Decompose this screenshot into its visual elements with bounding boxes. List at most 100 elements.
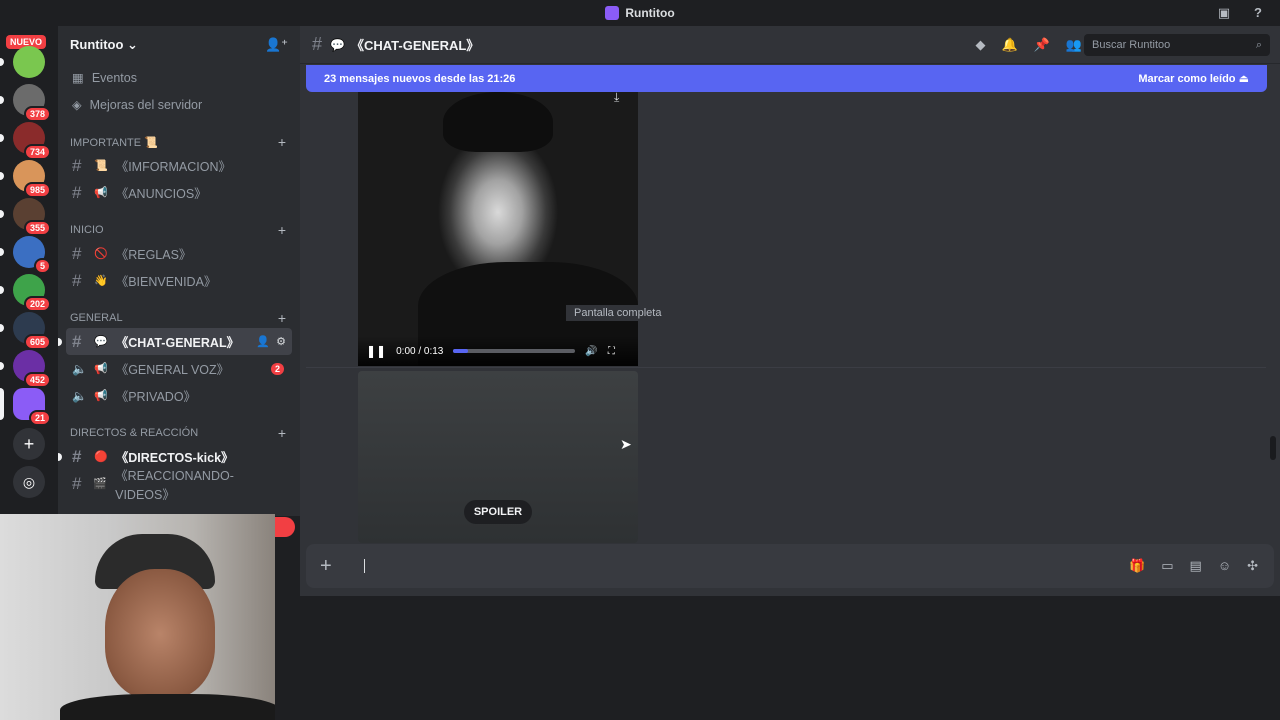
channel-item[interactable]: 🔈 📢 《PRIVADO》 bbox=[66, 382, 292, 409]
mark-read-icon: ⏏ bbox=[1238, 73, 1249, 85]
unread-dot bbox=[0, 248, 4, 256]
server-mention-badge: 985 bbox=[23, 182, 51, 198]
apps-icon[interactable]: ✣ bbox=[1247, 558, 1258, 574]
sidebar-link-events[interactable]: ▦ Eventos bbox=[58, 64, 300, 91]
unread-dot bbox=[0, 172, 4, 180]
channel-label: 《REACCIONANDO-VIDEOS》 bbox=[115, 468, 234, 502]
webcam-face bbox=[105, 569, 215, 699]
voice-user-count: 2 bbox=[270, 362, 284, 375]
hash-icon: # bbox=[312, 34, 323, 54]
channel-label: 《DIRECTOS-kick》 bbox=[115, 451, 234, 465]
server-icon[interactable]: 452 bbox=[13, 350, 51, 388]
channel-category[interactable]: INICIO + bbox=[58, 220, 300, 240]
video-attachment[interactable]: ❚❚ 0:00 / 0:13 🔊 ⛶ bbox=[358, 92, 638, 366]
new-messages-bar[interactable]: 23 mensajes nuevos desde las 21:26 Marca… bbox=[306, 65, 1267, 92]
unread-pill bbox=[58, 337, 62, 346]
channel-label: 《PRIVADO》 bbox=[115, 390, 197, 404]
create-channel-icon[interactable]: + bbox=[278, 425, 286, 441]
channel-item[interactable]: # 💬 《CHAT-GENERAL》 👤 ⚙ bbox=[58, 328, 292, 355]
sticker-icon[interactable]: ▤ bbox=[1190, 558, 1202, 574]
unread-dot bbox=[0, 324, 4, 332]
create-channel-icon[interactable]: + bbox=[278, 310, 286, 326]
channel-emoji: 🔴 bbox=[94, 451, 108, 463]
server-mention-badge: 202 bbox=[23, 296, 51, 312]
server-icon[interactable]: 985 bbox=[13, 160, 51, 198]
spoiler-label: SPOILER bbox=[463, 500, 533, 524]
video-progress-bar[interactable] bbox=[453, 349, 576, 353]
category-label: DIRECTOS & REACCIÓN bbox=[70, 427, 199, 439]
channel-header: # 💬 《CHAT-GENERAL》 ◆ 🔔 📌 👥 Buscar Runtit… bbox=[300, 26, 1280, 64]
help-icon[interactable]: ? bbox=[1250, 5, 1266, 21]
category-label: INICIO bbox=[70, 224, 104, 236]
gear-icon[interactable]: ⚙ bbox=[276, 335, 286, 348]
invite-icon[interactable]: 👤 bbox=[256, 335, 270, 348]
gift-icon[interactable]: 🎁 bbox=[1129, 558, 1145, 574]
server-icon[interactable]: 5 bbox=[13, 236, 51, 274]
video-frame-detail bbox=[443, 92, 553, 152]
channel-item[interactable]: 🔈 📢 《GENERAL VOZ》 2 bbox=[66, 355, 292, 382]
scrollbar-thumb[interactable] bbox=[1270, 436, 1276, 460]
search-input[interactable]: Buscar Runtitoo ⌕ bbox=[1084, 34, 1270, 56]
speaker-icon: 🔈 bbox=[72, 388, 87, 403]
pin-icon[interactable]: 📌 bbox=[1034, 37, 1050, 53]
channel-item[interactable]: # 🚫 《REGLAS》 bbox=[66, 240, 292, 267]
channel-item[interactable]: # 🎬 《REACCIONANDO-VIDEOS》 bbox=[66, 469, 292, 502]
server-rail: NUEVO 378 734 985 355 5 202 605 452 21 + ◎ bbox=[0, 26, 58, 516]
server-name: Runtitoo bbox=[70, 37, 124, 52]
chat-bubble-icon: 💬 bbox=[330, 37, 345, 52]
video-time: 0:00 / 0:13 bbox=[396, 345, 444, 357]
server-icon[interactable]: 21 bbox=[13, 388, 51, 426]
server-icon[interactable]: 378 bbox=[13, 84, 51, 122]
speaker-icon: 🔈 bbox=[72, 361, 87, 376]
bell-icon[interactable]: 🔔 bbox=[1001, 37, 1017, 53]
channel-item[interactable]: # 📜 《IMFORMACION》 bbox=[66, 152, 292, 179]
server-icon[interactable]: 202 bbox=[13, 274, 51, 312]
unread-dot bbox=[0, 210, 4, 218]
channel-item[interactable]: # 📢 《ANUNCIOS》 bbox=[66, 179, 292, 206]
channel-category[interactable]: IMPORTANTE 📜 + bbox=[58, 132, 300, 152]
create-channel-icon[interactable]: + bbox=[278, 222, 286, 238]
sidebar-link-boosts[interactable]: ◈ Mejoras del servidor bbox=[58, 91, 300, 118]
unread-dot bbox=[0, 388, 4, 420]
volume-icon[interactable]: 🔊 bbox=[585, 346, 597, 357]
new-messages-text: 23 mensajes nuevos desde las 21:26 bbox=[324, 72, 516, 85]
fullscreen-tooltip: Pantalla completa bbox=[566, 305, 670, 321]
mark-as-read-button[interactable]: Marcar como leído ⏏ bbox=[1138, 72, 1249, 85]
window-title: Runtitoo bbox=[625, 6, 675, 20]
server-header[interactable]: Runtitoo ⌄ 👤⁺ bbox=[58, 26, 300, 64]
text-caret bbox=[364, 559, 365, 573]
webcam-overlay bbox=[0, 514, 275, 720]
pause-icon[interactable]: ❚❚ bbox=[366, 344, 386, 358]
threads-icon[interactable]: ◆ bbox=[975, 37, 985, 53]
chat-area: # 💬 《CHAT-GENERAL》 ◆ 🔔 📌 👥 Buscar Runtit… bbox=[300, 26, 1280, 596]
bottom-empty-area bbox=[300, 596, 1280, 720]
channel-label: 《REGLAS》 bbox=[115, 248, 192, 262]
explore-icon[interactable]: ◎ bbox=[13, 466, 45, 498]
emoji-icon[interactable]: ☺ bbox=[1218, 558, 1231, 574]
channel-emoji: 🎬 bbox=[93, 478, 108, 490]
server-icon[interactable]: 605 bbox=[13, 312, 51, 350]
invite-people-icon[interactable]: 👤⁺ bbox=[265, 37, 288, 53]
spoiler-attachment[interactable]: SPOILER bbox=[358, 371, 638, 543]
fullscreen-icon[interactable]: ⛶ bbox=[608, 346, 615, 357]
channel-item[interactable]: # 👋 《BIENVENIDA》 bbox=[66, 267, 292, 294]
server-icon[interactable] bbox=[13, 46, 45, 78]
inbox-icon[interactable]: ▣ bbox=[1216, 5, 1232, 21]
channel-emoji: 📢 bbox=[94, 187, 108, 199]
server-icon[interactable]: 355 bbox=[13, 198, 51, 236]
message-composer[interactable]: + 🎁 ▭ ▤ ☺ ✣ bbox=[306, 544, 1274, 588]
video-controls: ❚❚ 0:00 / 0:13 🔊 ⛶ bbox=[358, 336, 638, 366]
member-list-icon[interactable]: 👥 bbox=[1066, 37, 1082, 53]
gif-icon[interactable]: ▭ bbox=[1161, 558, 1173, 574]
server-icon[interactable]: 734 bbox=[13, 122, 51, 160]
add-attachment-button[interactable]: + bbox=[320, 555, 344, 578]
channel-emoji: 💬 bbox=[94, 336, 108, 348]
create-channel-icon[interactable]: + bbox=[278, 134, 286, 150]
category-label: GENERAL bbox=[70, 312, 123, 324]
webcam-shirt bbox=[60, 694, 275, 720]
add-server-button[interactable]: + bbox=[13, 428, 45, 460]
download-icon[interactable]: ⤓ bbox=[614, 90, 619, 105]
channel-category[interactable]: DIRECTOS & REACCIÓN + bbox=[58, 423, 300, 443]
channel-category[interactable]: GENERAL + bbox=[58, 308, 300, 328]
hash-icon: # bbox=[72, 155, 82, 175]
